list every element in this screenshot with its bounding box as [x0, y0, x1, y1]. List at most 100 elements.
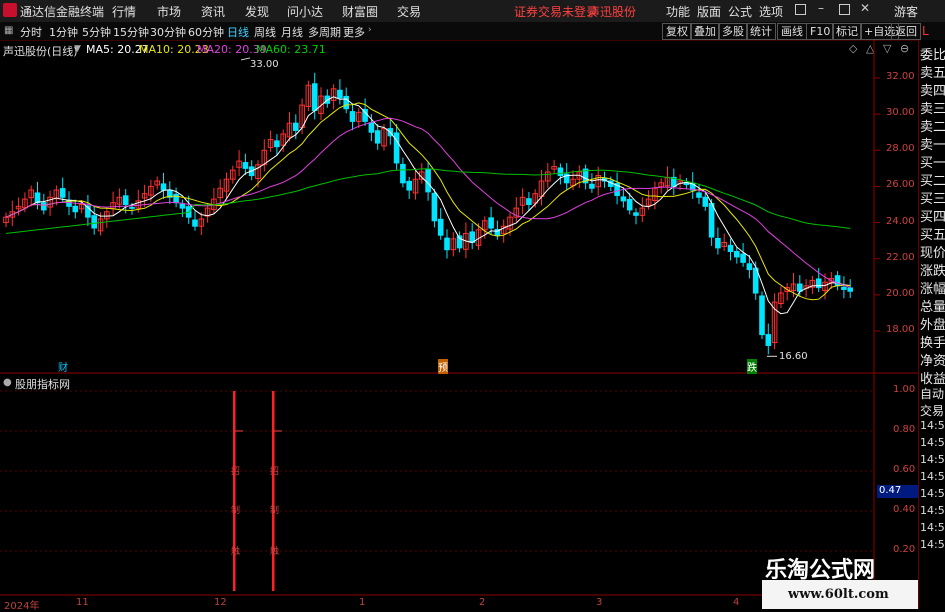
chevron-right-icon[interactable]: ›: [368, 25, 372, 35]
quote-label: 卖一: [920, 138, 945, 153]
price-tick-label: 30.00: [886, 107, 915, 119]
auto-trade-label[interactable]: 自动: [920, 385, 944, 402]
auto-trade-label[interactable]: 交易: [920, 402, 944, 419]
trade-time-label: 14:56: [920, 453, 945, 466]
indicator-tick-label: 0.80: [893, 424, 916, 435]
menu-shichang[interactable]: 市场: [157, 3, 181, 20]
period-monthly[interactable]: 月线: [281, 24, 303, 40]
menu-jiaoyi[interactable]: 交易: [397, 3, 421, 20]
menu-gongshi[interactable]: 公式: [728, 3, 752, 20]
candle-body: [293, 122, 299, 131]
quote-label: 外盘: [920, 318, 945, 333]
candle-body: [59, 188, 66, 198]
window-icon[interactable]: [795, 4, 806, 15]
huaxian-button[interactable]: 画线: [777, 23, 807, 40]
menu-gongneng[interactable]: 功能: [666, 3, 690, 20]
quote-label: 卖三: [920, 102, 945, 117]
indicator-toggle-icon[interactable]: ●: [3, 377, 12, 388]
period-weekly[interactable]: 周线: [254, 24, 276, 40]
minimize-icon[interactable]: –: [818, 1, 824, 15]
quote-label: 买四: [920, 210, 945, 225]
side-panel-header[interactable]: L: [922, 24, 929, 38]
tongji-button[interactable]: 统计: [746, 23, 776, 40]
time-tick-4: 4: [733, 597, 740, 608]
candle-body: [406, 180, 412, 191]
candle-body: [727, 244, 734, 252]
signal-text-2a: 招: [270, 467, 280, 477]
menu-banmian[interactable]: 版面: [697, 3, 721, 20]
candle-body: [708, 202, 715, 238]
back-button[interactable]: 返回: [891, 23, 921, 40]
price-tick-label: 24.00: [886, 215, 915, 227]
quote-label: 涨跌: [920, 264, 945, 279]
indicator-tick-label: 1.00: [893, 384, 916, 395]
period-multi[interactable]: 多周期: [308, 24, 341, 40]
period-30min[interactable]: 30分钟: [150, 24, 186, 40]
grid-icon[interactable]: ▦: [4, 25, 13, 36]
candle-body: [129, 206, 135, 209]
trade-time-label: 14:56: [920, 470, 945, 483]
price-tick-label: 18.00: [886, 324, 915, 335]
kline-chart[interactable]: [0, 40, 918, 609]
candle-body: [122, 195, 129, 205]
f10-button[interactable]: F10: [806, 23, 835, 40]
candle-body: [834, 275, 841, 287]
quote-label: 卖五: [920, 66, 945, 81]
quote-label: 总量: [920, 300, 945, 315]
diejia-button[interactable]: 叠加: [690, 23, 720, 40]
candle-body: [368, 122, 375, 133]
biaoji-button[interactable]: 标记: [832, 23, 862, 40]
menu-faxian[interactable]: 发现: [245, 3, 269, 20]
period-more[interactable]: 更多: [343, 24, 365, 40]
high-marker: [240, 57, 251, 61]
menu-wenxiaoda[interactable]: 问小达: [287, 3, 323, 20]
quote-label: 净资: [920, 354, 945, 369]
trade-time-label: 14:56: [920, 504, 945, 517]
quote-label: 买一: [920, 156, 945, 171]
candle-body: [431, 192, 438, 222]
maximize-icon[interactable]: [839, 4, 850, 15]
candle-body: [425, 168, 431, 193]
price-tick-label: 20.00: [886, 287, 915, 299]
period-60min[interactable]: 60分钟: [188, 24, 224, 40]
candle-body: [469, 231, 475, 243]
event-mark-yu[interactable]: 预: [438, 359, 448, 374]
quote-label: 卖二: [920, 120, 945, 135]
candle-body: [173, 193, 179, 204]
current-stock-name: 声迅股份: [588, 5, 637, 19]
period-fenshi[interactable]: 分时: [20, 24, 42, 40]
candle-body: [633, 212, 639, 216]
trade-login-notice[interactable]: 证券交易未登录: [514, 3, 598, 20]
period-toolbar: ▦ 分时 1分钟 5分钟 15分钟 30分钟 60分钟 日线 周线 月线 多周期…: [0, 22, 945, 41]
candle-body: [589, 183, 595, 189]
indicator-title[interactable]: 股朋指标网: [15, 376, 70, 392]
guest-label[interactable]: 游客: [894, 3, 918, 20]
period-1min[interactable]: 1分钟: [49, 24, 78, 40]
candle-body: [488, 217, 494, 229]
period-5min[interactable]: 5分钟: [82, 24, 111, 40]
app-title: 通达信金融终端: [20, 5, 105, 19]
trade-time-label: 14:56: [920, 487, 945, 500]
candle-body: [34, 192, 41, 204]
period-daily[interactable]: 日线: [227, 24, 249, 40]
menu-xuanxiang[interactable]: 选项: [759, 3, 783, 20]
event-mark-die[interactable]: 跌: [747, 359, 757, 374]
menu-caifuquan[interactable]: 财富圈: [342, 3, 378, 20]
candle-body: [192, 219, 198, 227]
indicator-signal-bar: [272, 391, 275, 591]
indicator-tick-label: 0.20: [893, 544, 916, 555]
candle-body: [734, 250, 740, 258]
event-mark-cai[interactable]: 财: [58, 359, 68, 374]
duogu-button[interactable]: 多股: [718, 23, 748, 40]
indicator-signal-bar: [233, 391, 236, 591]
candle-body: [765, 334, 772, 346]
fuquan-button[interactable]: 复权: [662, 23, 692, 40]
period-15min[interactable]: 15分钟: [113, 24, 149, 40]
menu-hangqing[interactable]: 行情: [112, 3, 136, 20]
price-tick-label: 28.00: [886, 143, 915, 155]
close-icon[interactable]: ✕: [860, 1, 870, 15]
time-tick-11: 11: [76, 597, 89, 608]
price-tick-label: 26.00: [886, 179, 915, 191]
price-tick-label: 22.00: [886, 251, 915, 263]
menu-zixun[interactable]: 资讯: [201, 3, 225, 20]
